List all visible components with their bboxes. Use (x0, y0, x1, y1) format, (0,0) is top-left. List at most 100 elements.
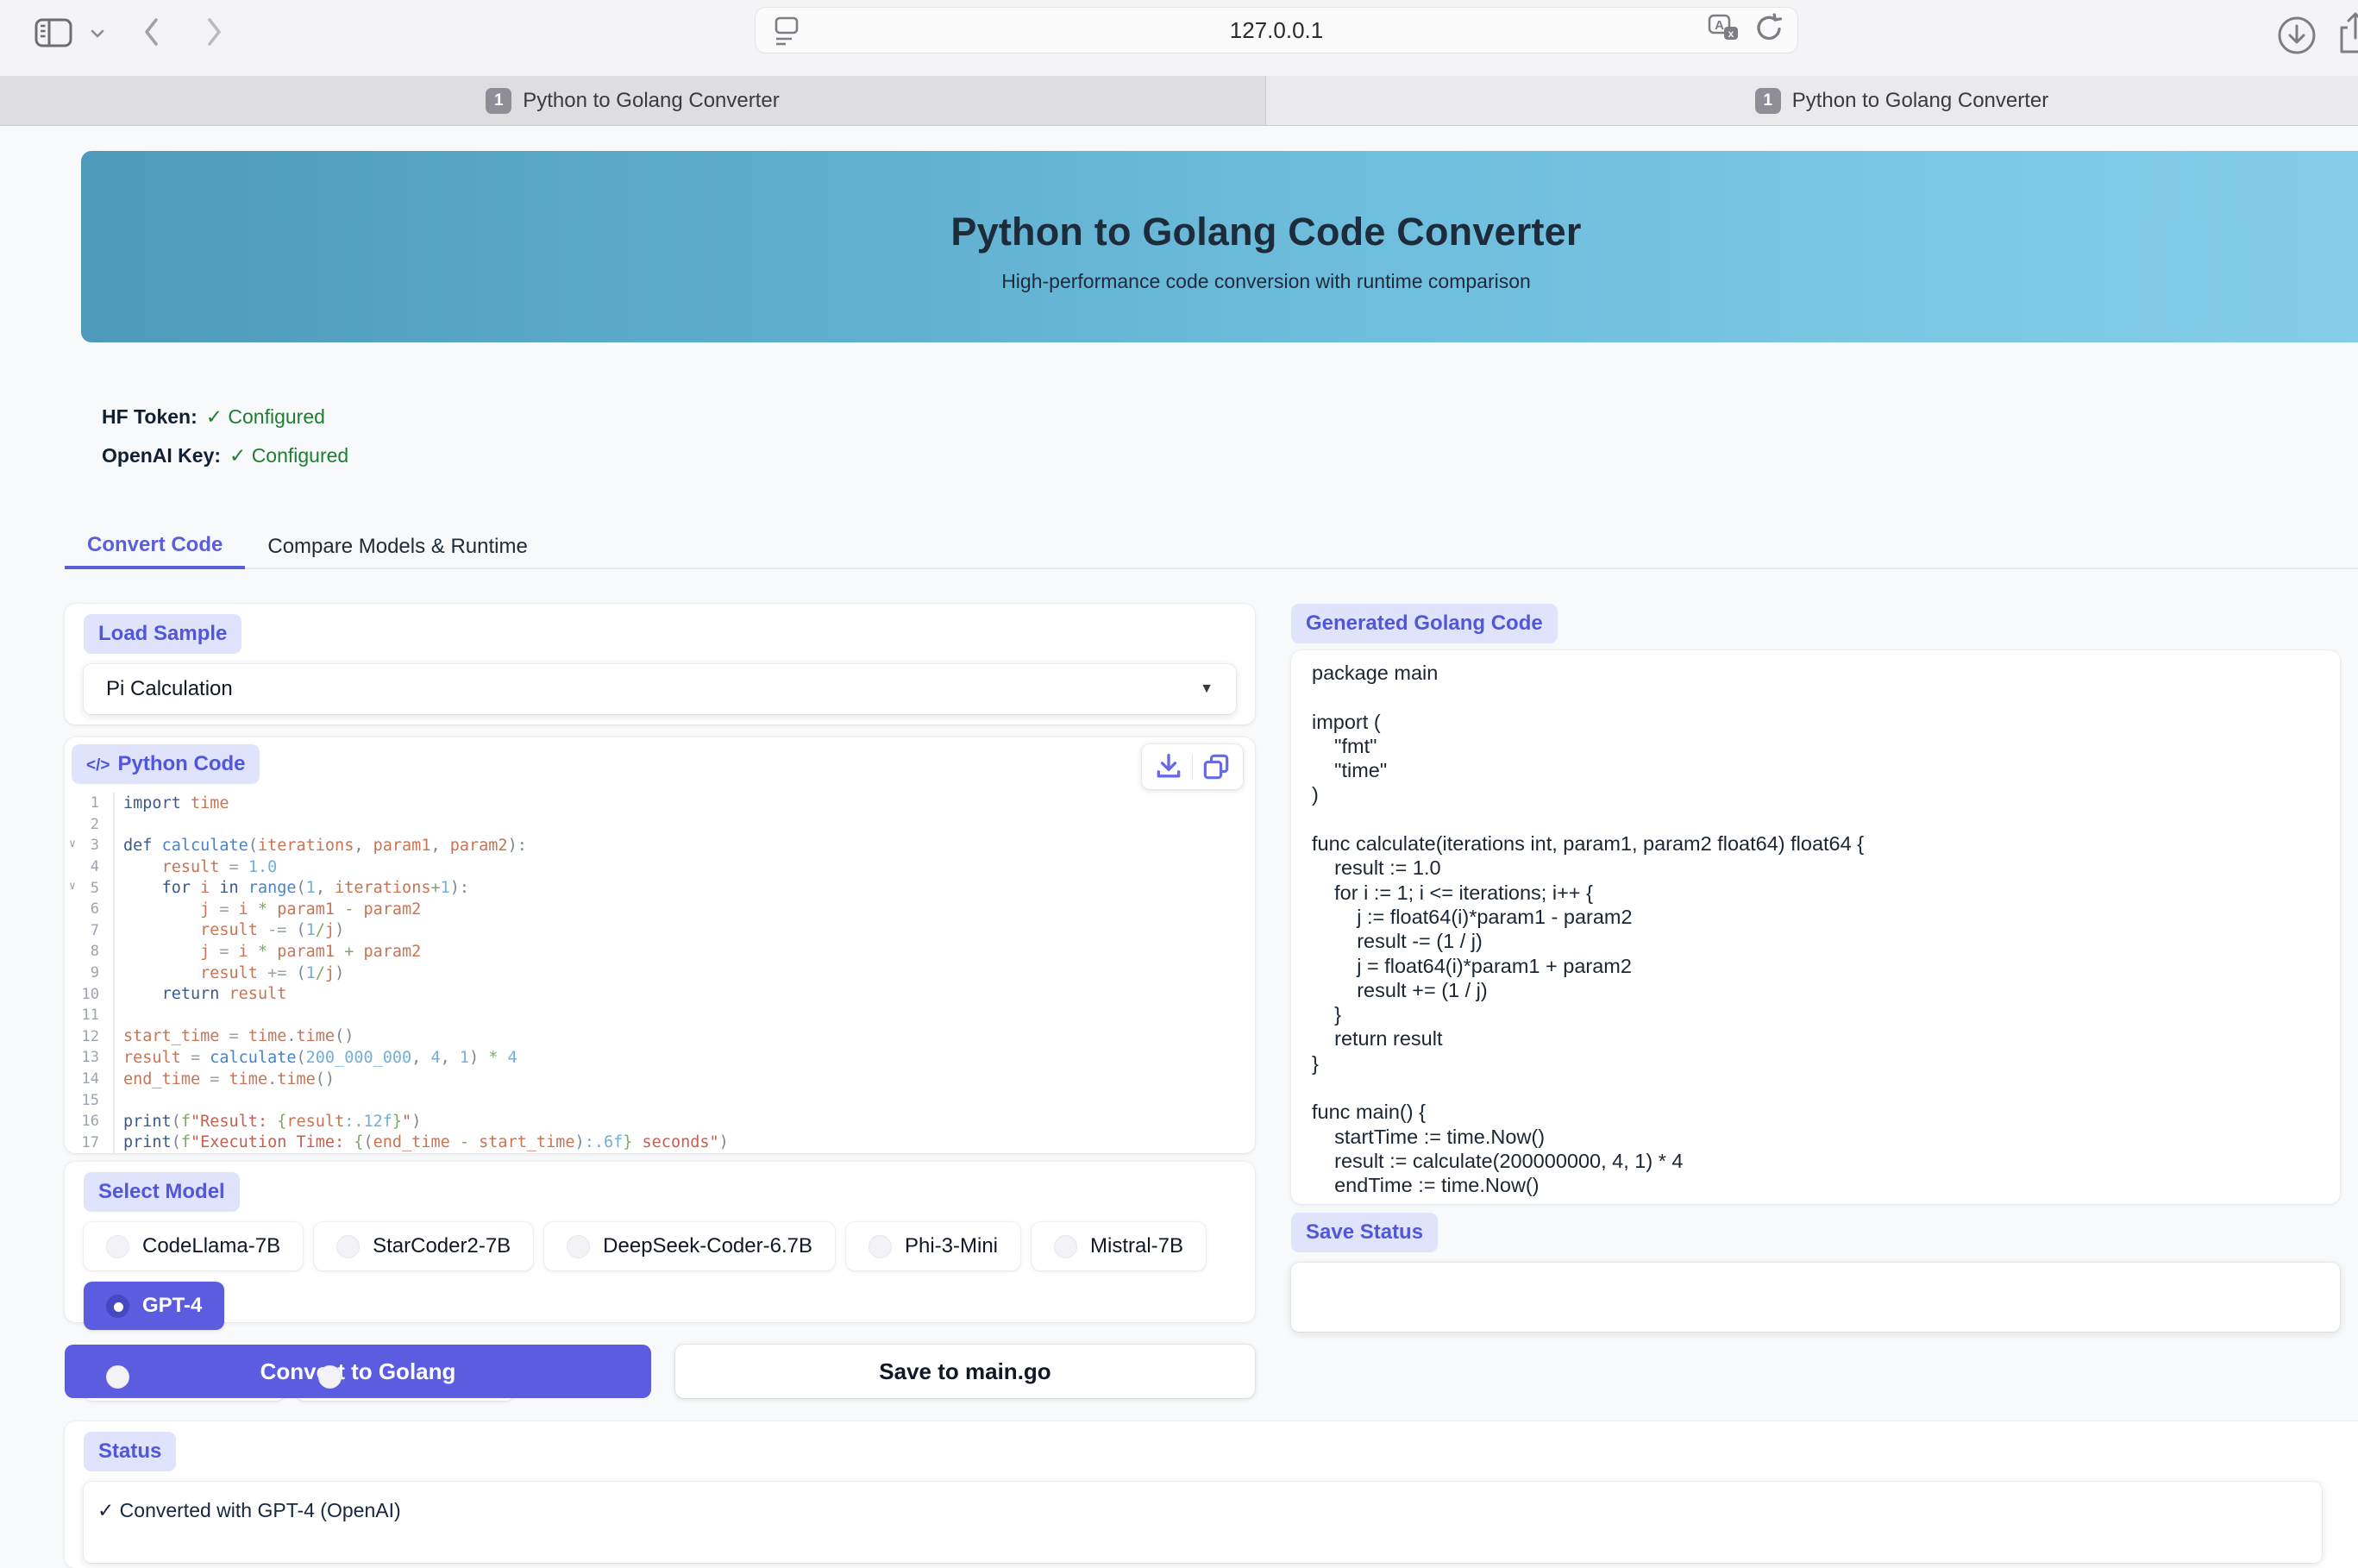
golang-code-line: package main (1312, 661, 2319, 685)
golang-code-line: result -= (1 / j) (1312, 929, 2319, 953)
model-chip-gpt-4[interactable]: GPT-4 (84, 1282, 224, 1330)
fold-chevron-icon[interactable]: ∨ (69, 837, 76, 850)
golang-code-line: j := float64(i)*param1 - param2 (1312, 905, 2319, 929)
status-label: Status (84, 1432, 176, 1471)
model-chip-phi-3-mini[interactable]: Phi-3-Mini (846, 1222, 1020, 1270)
golang-code-line: for i := 1; i <= iterations; i++ { (1312, 881, 2319, 905)
line-number: 15 (65, 1089, 115, 1111)
python-code-line: 14end_time = time.time() (65, 1069, 1255, 1090)
python-code-line: 9 result += (1/j) (65, 963, 1255, 984)
golang-code-line: return result (1312, 1026, 2319, 1051)
radio-icon (567, 1235, 590, 1258)
tab-badge: 1 (1755, 88, 1781, 114)
forward-icon[interactable] (200, 12, 228, 52)
python-code-lines[interactable]: 1import time23∨def calculate(iterations,… (65, 793, 1255, 1153)
model-chip-mistral-7b[interactable]: Mistral-7B (1032, 1222, 1206, 1270)
python-code-line: 6 j = i * param1 - param2 (65, 899, 1255, 920)
golang-code-line: j = float64(i)*param1 + param2 (1312, 954, 2319, 978)
convert-button[interactable]: Convert to Golang (65, 1345, 651, 1398)
status-card: Status ✓ Converted with GPT-4 (OpenAI) (65, 1421, 2358, 1568)
download-code-icon[interactable] (1149, 747, 1188, 787)
browser-tab-1[interactable]: 1 Python to Golang Converter (0, 76, 1266, 125)
model-chip-deepseek-coder-6.7b[interactable]: DeepSeek-Coder-6.7B (544, 1222, 835, 1270)
address-bar[interactable]: 127.0.0.1 Ax (755, 7, 1798, 53)
tab-convert-code[interactable]: Convert Code (65, 524, 245, 569)
page-header-banner: Python to Golang Code Converter High-per… (81, 151, 2358, 342)
golang-code-line (1312, 807, 2319, 831)
tab-badge: 1 (486, 88, 511, 114)
python-code-line: 1import time (65, 793, 1255, 814)
line-number: 12 (65, 1026, 115, 1048)
radio-icon (106, 1365, 129, 1389)
status-message: ✓ Converted with GPT-4 (OpenAI) (97, 1499, 401, 1521)
golang-code-card[interactable]: package mainimport ( "fmt" "time")func c… (1291, 650, 2340, 1204)
golang-code-line: } (1312, 1051, 2319, 1076)
svg-text:A: A (1715, 18, 1724, 33)
model-label: StarCoder2-7B (373, 1234, 511, 1258)
radio-icon (106, 1235, 129, 1258)
radio-icon (869, 1235, 892, 1258)
select-caret-icon: ▼ (1200, 681, 1213, 697)
sample-select-value: Pi Calculation (106, 677, 233, 701)
line-number: 9 (65, 963, 115, 984)
tab-title: Python to Golang Converter (523, 89, 780, 113)
model-label: Mistral-7B (1090, 1234, 1183, 1258)
python-code-label: </>Python Code (72, 744, 260, 784)
downloads-icon[interactable] (2273, 12, 2320, 59)
sample-select[interactable]: Pi Calculation ▼ (84, 664, 1236, 714)
model-label: DeepSeek-Coder-6.7B (603, 1234, 812, 1258)
golang-code-line: } (1312, 1002, 2319, 1026)
line-number: 4 (65, 856, 115, 878)
line-number: 6 (65, 899, 115, 920)
golang-code-line: endTime := time.Now() (1312, 1173, 2319, 1197)
status-message-box: ✓ Converted with GPT-4 (OpenAI) (84, 1482, 2322, 1563)
hf-token-row: HF Token: ✓ Configured (102, 405, 348, 429)
python-code-line: 7 result -= (1/j) (65, 920, 1255, 942)
python-code-line: 10 return result (65, 983, 1255, 1005)
left-column: Load Sample Pi Calculation ▼ </>Python C… (65, 604, 1255, 1398)
url-text: 127.0.0.1 (756, 17, 1797, 44)
line-number: 10 (65, 983, 115, 1005)
python-code-line: 13result = calculate(200_000_000, 4, 1) … (65, 1047, 1255, 1069)
line-number: 13 (65, 1047, 115, 1069)
load-sample-card: Load Sample Pi Calculation ▼ (65, 604, 1255, 724)
golang-code-line: import ( (1312, 710, 2319, 734)
python-code-line: 16print(f"Result: {result:.12f}") (65, 1111, 1255, 1132)
radio-icon (106, 1295, 129, 1318)
python-code-line: 8 j = i * param1 + param2 (65, 941, 1255, 963)
translate-icon[interactable]: Ax (1706, 11, 1742, 50)
status-section: Status ✓ Converted with GPT-4 (OpenAI) (65, 1421, 2358, 1568)
model-label: GPT-4 (142, 1294, 202, 1318)
load-sample-label: Load Sample (84, 614, 241, 654)
save-status-label: Save Status (1291, 1213, 1438, 1252)
page-subtitle: High-performance code conversion with ru… (81, 270, 2358, 293)
model-chip-codellama-7b[interactable]: CodeLlama-7B (84, 1222, 303, 1270)
model-label: Phi-3-Mini (905, 1234, 998, 1258)
python-code-line: 4 result = 1.0 (65, 856, 1255, 878)
app-tabs: Convert Code Compare Models & Runtime (65, 524, 2358, 569)
line-number: 2 (65, 814, 115, 836)
save-button[interactable]: Save to main.go (675, 1345, 1255, 1398)
reload-icon[interactable] (1753, 11, 1785, 50)
model-label: CodeLlama-7B (142, 1234, 280, 1258)
sidebar-toggle-icon[interactable] (31, 14, 76, 52)
select-model-label: Select Model (84, 1172, 240, 1212)
svg-text:x: x (1728, 28, 1734, 40)
tab-compare-models[interactable]: Compare Models & Runtime (245, 524, 549, 569)
python-code-line: 15 (65, 1089, 1255, 1111)
fold-chevron-icon[interactable]: ∨ (69, 880, 76, 893)
hf-token-status: ✓ Configured (206, 405, 325, 429)
chevron-down-icon[interactable] (86, 24, 109, 43)
page-title: Python to Golang Code Converter (81, 151, 2358, 254)
line-number: 3∨ (65, 835, 115, 856)
golang-code-line (1312, 685, 2319, 709)
line-number: 8 (65, 941, 115, 963)
browser-tab-2[interactable]: 1 Python to Golang Converter (1266, 76, 2358, 125)
share-icon[interactable] (2336, 10, 2358, 59)
python-code-line: 2 (65, 814, 1255, 836)
browser-toolbar: 127.0.0.1 Ax (0, 0, 2358, 76)
back-icon[interactable] (138, 12, 166, 52)
model-chip-starcoder2-7b[interactable]: StarCoder2-7B (314, 1222, 533, 1270)
copy-code-icon[interactable] (1196, 747, 1236, 787)
divider (1192, 754, 1193, 780)
